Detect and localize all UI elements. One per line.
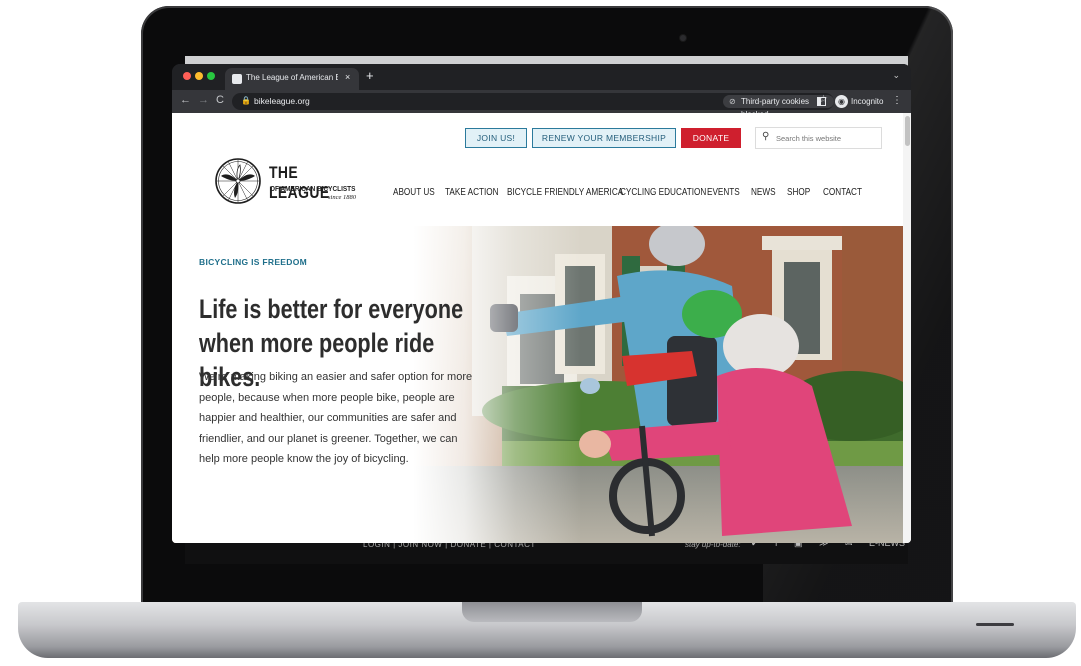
- bicycle-wheel-logo-icon: [215, 158, 261, 204]
- close-window-button[interactable]: [183, 72, 191, 80]
- lid-opening-notch: [462, 602, 642, 622]
- scrollbar-thumb[interactable]: [905, 116, 910, 146]
- browser-menu-icon[interactable]: ⋮: [892, 95, 902, 106]
- browser-toolbar: ← → C 🔒 bikeleague.org ⊘ Third-party coo…: [172, 90, 911, 119]
- search-icon[interactable]: ⚲: [762, 131, 769, 142]
- nav-item-shop[interactable]: SHOP: [787, 186, 810, 198]
- incognito-label: Incognito: [851, 97, 884, 106]
- minimize-window-button[interactable]: [195, 72, 203, 80]
- nav-item-bicycle-friendly-america[interactable]: BICYCLE FRIENDLY AMERICA: [507, 186, 623, 198]
- side-panel-icon[interactable]: [817, 97, 826, 106]
- browser-window: The League of American Bicyc × + ⌄ ← → C…: [172, 64, 911, 543]
- lock-icon[interactable]: 🔒: [241, 96, 251, 105]
- nav-item-cycling-education[interactable]: CYCLING EDUCATION: [620, 186, 706, 198]
- logo-subtitle: OF AMERICAN BICYCLISTS: [270, 184, 356, 193]
- tab-strip: The League of American Bicyc × + ⌄: [172, 64, 911, 90]
- laptop-base: [18, 602, 1076, 658]
- tab-close-icon[interactable]: ×: [345, 72, 350, 82]
- page-viewport: JOIN US! RENEW YOUR MEMBERSHIP DONATE ⚲: [172, 113, 911, 543]
- reload-button[interactable]: C: [216, 94, 224, 106]
- hero-section: BICYCLING IS FREEDOM Life is better for …: [172, 226, 903, 543]
- forward-button[interactable]: →: [198, 94, 209, 106]
- join-us-button[interactable]: JOIN US!: [465, 128, 527, 148]
- renew-membership-button[interactable]: RENEW YOUR MEMBERSHIP: [532, 128, 676, 148]
- league-favicon-icon: [232, 74, 242, 84]
- zoom-window-button[interactable]: [207, 72, 215, 80]
- url-text[interactable]: bikeleague.org: [254, 96, 310, 106]
- webcam: [680, 35, 686, 41]
- tab-search-chevron-icon[interactable]: ⌄: [892, 70, 900, 81]
- nav-item-take-action[interactable]: TAKE ACTION: [445, 186, 499, 198]
- logo-since: since 1880: [328, 194, 356, 201]
- incognito-profile-button[interactable]: ◉ Incognito: [832, 94, 888, 109]
- address-bar[interactable]: 🔒 bikeleague.org ⊘ Third-party cookies b…: [232, 93, 834, 119]
- incognito-icon: ◉: [835, 95, 848, 108]
- base-vent: [976, 623, 1014, 626]
- league-logo[interactable]: THE LEAGUE OF AMERICAN BICYCLISTS since …: [214, 157, 364, 209]
- nav-item-about-us[interactable]: ABOUT US: [393, 186, 435, 198]
- site-search[interactable]: ⚲: [755, 127, 882, 149]
- tab-title: The League of American Bicyc: [246, 73, 338, 82]
- hero-body-text: We’re making biking an easier and safer …: [199, 371, 473, 466]
- eye-slash-icon: ⊘: [729, 97, 736, 106]
- nav-item-contact[interactable]: CONTACT: [823, 186, 862, 198]
- scrollbar[interactable]: [903, 113, 911, 543]
- hero-eyebrow: BICYCLING IS FREEDOM: [199, 257, 308, 267]
- site-search-input[interactable]: [776, 131, 876, 145]
- donate-button[interactable]: DONATE: [681, 128, 741, 148]
- tab-bikeleague[interactable]: The League of American Bicyc ×: [225, 68, 359, 90]
- new-tab-button[interactable]: +: [366, 68, 374, 83]
- nav-item-news[interactable]: NEWS: [751, 186, 776, 198]
- back-button[interactable]: ←: [180, 94, 191, 106]
- nav-item-events[interactable]: EVENTS: [707, 186, 740, 198]
